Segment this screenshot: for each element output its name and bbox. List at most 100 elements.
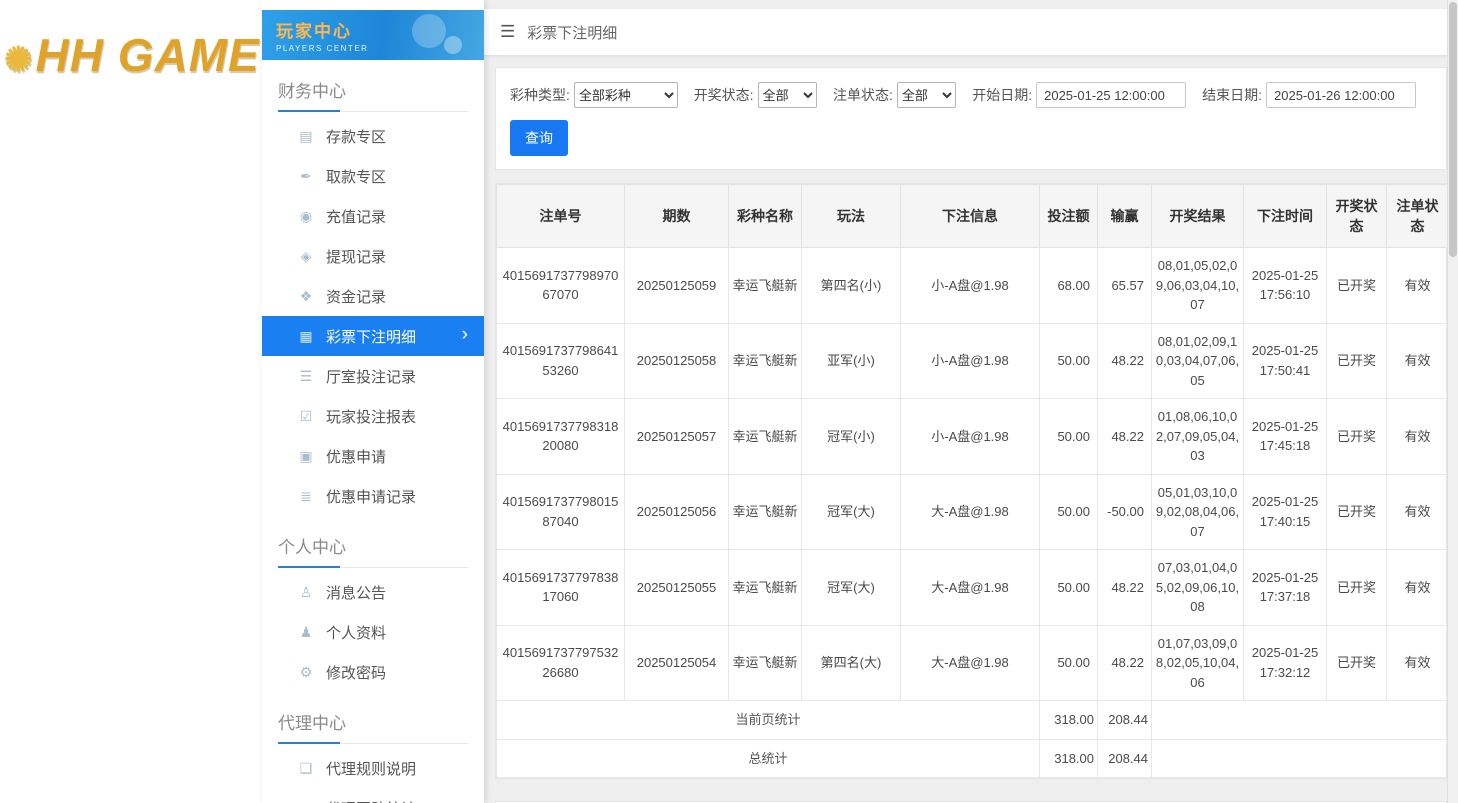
cell-bet-time: 2025-01-25 17:45:18 — [1244, 399, 1327, 475]
sidebar-item-change-password[interactable]: ⚙修改密码 — [262, 652, 484, 692]
cell-order-no: 401569173779897067070 — [497, 248, 625, 324]
cell-order-no: 401569173779831820080 — [497, 399, 625, 475]
sidebar-item-label: 优惠申请记录 — [326, 486, 416, 507]
cell-draw-status: 已开奖 — [1327, 248, 1387, 324]
cell-bet-info: 大-A盘@1.98 — [901, 474, 1040, 550]
sidebar-title: 玩家中心 — [276, 17, 470, 42]
col-header-period: 期数 — [625, 185, 729, 248]
sidebar-item-lottery-bet-details[interactable]: ▦ 彩票下注明细 — [262, 316, 484, 356]
total-summary-winloss: 208.44 — [1098, 739, 1152, 778]
scrollbar[interactable] — [1447, 0, 1458, 803]
sidebar-item-label: 代理团队统计 — [326, 798, 416, 803]
sidebar-item-hall-bet-records[interactable]: ☰厅室投注记录 — [262, 356, 484, 396]
cell-play: 冠军(大) — [802, 474, 901, 550]
section-title-finance: 财务中心 — [278, 77, 468, 112]
lottery-bet-details-icon: ▦ — [296, 328, 316, 345]
logo-sparkle-icon: ✺ — [4, 41, 34, 79]
draw-status-select[interactable]: 全部 — [758, 82, 817, 108]
app-window: ✺HH GAME 玩家中心 PLAYERS CENTER 财务中心▤存款专区✒取… — [0, 0, 1458, 803]
page-summary-label: 当前页统计 — [497, 701, 1040, 740]
table-row: 40156917377980158704020250125056幸运飞艇新冠军(… — [497, 474, 1449, 550]
start-date-input[interactable] — [1036, 82, 1186, 108]
scrollbar-thumb[interactable] — [1449, 2, 1457, 257]
cell-bet-amount: 68.00 — [1040, 248, 1098, 324]
cell-lottery-name: 幸运飞艇新 — [729, 550, 802, 626]
sidebar-item-funds-records[interactable]: ❖资金记录 — [262, 276, 484, 316]
cell-draw-result: 08,01,05,02,09,06,03,04,10,07 — [1152, 248, 1244, 324]
withdraw-icon: ✒ — [296, 168, 316, 185]
sidebar-item-label: 提现记录 — [326, 246, 386, 267]
cell-win-loss: 48.22 — [1098, 323, 1152, 399]
cell-bet-info: 小-A盘@1.98 — [901, 399, 1040, 475]
cell-lottery-name: 幸运飞艇新 — [729, 323, 802, 399]
cell-bet-time: 2025-01-25 17:50:41 — [1244, 323, 1327, 399]
sidebar-item-agent-rules[interactable]: ❏代理规则说明 — [262, 748, 484, 788]
cell-order-status: 有效 — [1387, 625, 1449, 701]
sidebar-item-player-bet-report[interactable]: ☑玩家投注报表 — [262, 396, 484, 436]
cell-win-loss: 65.57 — [1098, 248, 1152, 324]
cell-draw-status: 已开奖 — [1327, 550, 1387, 626]
cell-play: 第四名(大) — [802, 625, 901, 701]
cell-bet-amount: 50.00 — [1040, 625, 1098, 701]
cell-lottery-name: 幸运飞艇新 — [729, 625, 802, 701]
cell-draw-status: 已开奖 — [1327, 625, 1387, 701]
profile-icon: ♟ — [296, 624, 316, 641]
order-status-label: 注单状态: — [833, 85, 893, 105]
lottery-type-label: 彩种类型: — [510, 85, 570, 105]
cell-period: 20250125054 — [625, 625, 729, 701]
cell-order-no: 401569173779783817060 — [497, 550, 625, 626]
sidebar-item-label: 个人资料 — [326, 622, 386, 643]
sidebar-item-promo-apply[interactable]: ▣优惠申请 — [262, 436, 484, 476]
cell-bet-time: 2025-01-25 17:37:18 — [1244, 550, 1327, 626]
sidebar-item-withdraw[interactable]: ✒ 取款专区 — [262, 156, 484, 196]
logo-text: HH GAME — [36, 29, 260, 81]
logo-area: ✺HH GAME — [0, 0, 262, 803]
end-date-input[interactable] — [1266, 82, 1416, 108]
sidebar-item-agent-team-stats[interactable]: ▥代理团队统计 — [262, 788, 484, 803]
sidebar-item-withdrawal-records[interactable]: ◈提现记录 — [262, 236, 484, 276]
sidebar-item-recharge-records[interactable]: ◉充值记录 — [262, 196, 484, 236]
table-row: 40156917377978381706020250125055幸运飞艇新冠军(… — [497, 550, 1449, 626]
sidebar-item-messages[interactable]: ♙消息公告 — [262, 572, 484, 612]
sidebar-item-label: 修改密码 — [326, 662, 386, 683]
page-summary-row: 当前页统计 318.00 208.44 — [497, 701, 1449, 740]
cell-order-status: 有效 — [1387, 550, 1449, 626]
col-header-bet-time: 下注时间 — [1244, 185, 1327, 248]
cell-order-no: 401569173779864153260 — [497, 323, 625, 399]
page-summary-winloss: 208.44 — [1098, 701, 1152, 740]
cell-period: 20250125057 — [625, 399, 729, 475]
cell-win-loss: 48.22 — [1098, 550, 1152, 626]
total-summary-bet: 318.00 — [1040, 739, 1098, 778]
sidebar-item-deposit[interactable]: ▤存款专区 — [262, 116, 484, 156]
hall-bet-records-icon: ☰ — [296, 368, 316, 385]
cell-draw-result: 05,01,03,10,09,02,08,04,06,07 — [1152, 474, 1244, 550]
sidebar-item-label: 取款专区 — [326, 166, 386, 187]
order-status-select[interactable]: 全部 — [897, 82, 956, 108]
col-header-bet-amount: 投注额 — [1040, 185, 1098, 248]
menu-toggle-icon[interactable]: ☰ — [500, 22, 515, 42]
search-button[interactable]: 查询 — [510, 120, 568, 156]
cell-bet-amount: 50.00 — [1040, 550, 1098, 626]
promo-apply-records-icon: ≣ — [296, 488, 316, 505]
cell-lottery-name: 幸运飞艇新 — [729, 474, 802, 550]
col-header-order-status: 注单状态 — [1387, 185, 1449, 248]
sidebar-item-label: 彩票下注明细 — [326, 326, 416, 347]
promo-apply-icon: ▣ — [296, 448, 316, 465]
table-row: 40156917377975322668020250125054幸运飞艇新第四名… — [497, 625, 1449, 701]
cell-draw-result: 01,07,03,09,08,02,05,10,04,06 — [1152, 625, 1244, 701]
lottery-type-select[interactable]: 全部彩种 — [574, 82, 678, 108]
main-content: ☰ 彩票下注明细 彩种类型: 全部彩种 开奖状态: 全部 注单状态: 全部 开始… — [484, 0, 1458, 803]
cell-order-status: 有效 — [1387, 399, 1449, 475]
col-header-play: 玩法 — [802, 185, 901, 248]
cell-bet-amount: 50.00 — [1040, 399, 1098, 475]
bet-table: 注单号期数彩种名称玩法下注信息投注额输赢开奖结果下注时间开奖状态注单状态 401… — [496, 184, 1449, 778]
player-bet-report-icon: ☑ — [296, 408, 316, 425]
sidebar-item-profile[interactable]: ♟ 个人资料 — [262, 612, 484, 652]
cell-bet-info: 大-A盘@1.98 — [901, 625, 1040, 701]
page-title: 彩票下注明细 — [527, 22, 617, 43]
cell-lottery-name: 幸运飞艇新 — [729, 399, 802, 475]
page-summary-spacer — [1152, 701, 1449, 740]
cell-draw-status: 已开奖 — [1327, 399, 1387, 475]
end-date-label: 结束日期: — [1202, 85, 1262, 105]
sidebar-item-promo-apply-records[interactable]: ≣ 优惠申请记录 — [262, 476, 484, 516]
